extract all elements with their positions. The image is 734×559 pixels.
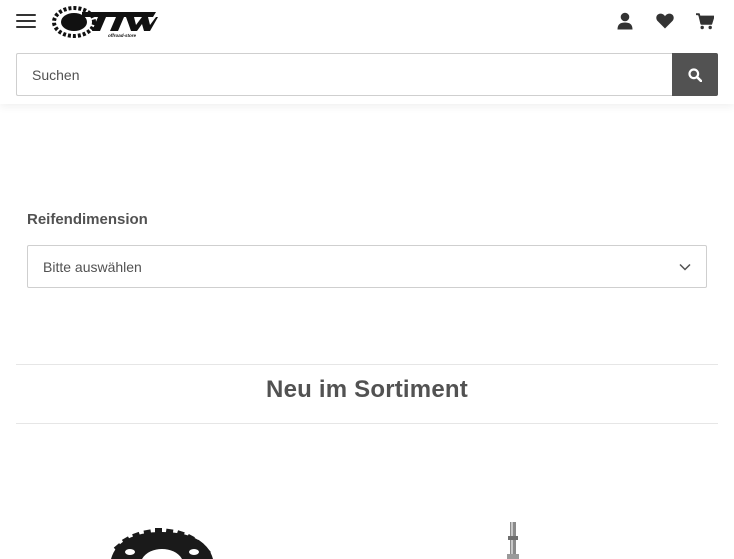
select-value: Bitte auswählen <box>43 258 142 275</box>
section-title: Neu im Sortiment <box>266 376 468 403</box>
tire-dimension-label: Reifendimension <box>27 211 148 228</box>
heart-icon[interactable] <box>656 10 674 32</box>
ttw-logo[interactable]: offroad-store <box>52 5 158 39</box>
chevron-down-icon <box>679 263 691 271</box>
search-bar <box>16 53 718 96</box>
shock-absorber-image[interactable] <box>496 518 532 559</box>
section-divider-bottom <box>16 423 718 424</box>
sprocket-image[interactable] <box>106 528 218 559</box>
search-button[interactable] <box>672 53 718 96</box>
hamburger-menu-icon[interactable] <box>16 12 38 30</box>
user-icon[interactable] <box>616 10 634 32</box>
site-header: offroad-store <box>0 0 734 104</box>
section-divider-top <box>16 364 718 365</box>
search-input[interactable] <box>16 53 672 96</box>
tire-dimension-select[interactable]: Bitte auswählen <box>27 245 707 288</box>
cart-icon[interactable] <box>696 10 714 32</box>
svg-text:offroad-store: offroad-store <box>108 33 136 38</box>
header-icons <box>616 10 714 32</box>
search-icon <box>688 67 702 82</box>
